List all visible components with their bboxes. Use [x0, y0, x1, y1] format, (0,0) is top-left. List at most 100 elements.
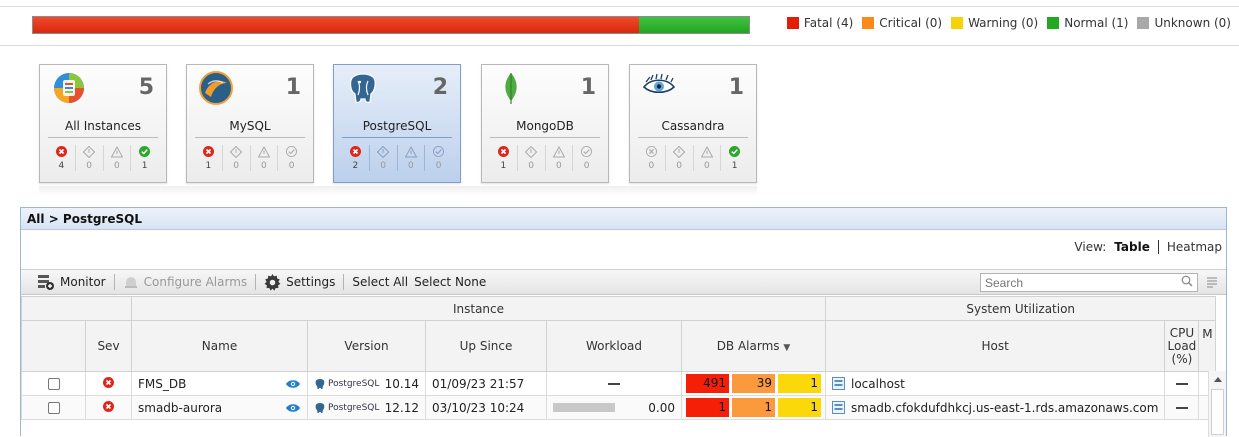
vertical-scrollbar[interactable]: [1208, 371, 1226, 437]
col-up-since[interactable]: Up Since: [425, 320, 547, 372]
fatal-count[interactable]: 1: [490, 145, 517, 171]
warning-count[interactable]: 0: [544, 145, 573, 171]
eye-icon[interactable]: [285, 403, 301, 413]
col-version[interactable]: Version: [307, 320, 426, 372]
eye-icon[interactable]: [285, 379, 301, 389]
db-alarms-cell[interactable]: 111: [681, 395, 826, 420]
critical-count[interactable]: 0: [221, 145, 250, 171]
row-checkbox[interactable]: [47, 378, 60, 390]
warning-alarm-count[interactable]: 1: [778, 374, 821, 393]
name-cell[interactable]: smadb-aurora: [131, 395, 308, 420]
fatal-icon: [103, 400, 114, 412]
card-label: MongoDB: [490, 119, 600, 138]
normal-count[interactable]: 1: [720, 145, 748, 171]
fatal-count[interactable]: 4: [48, 145, 75, 171]
col-host[interactable]: Host: [824, 320, 1166, 372]
name-cell[interactable]: FMS_DB: [131, 371, 308, 396]
warning-alarm-count[interactable]: 1: [778, 398, 821, 417]
breadcrumb: All > PostgreSQL: [21, 208, 1226, 230]
postgresql-icon: [349, 73, 376, 103]
normal-count[interactable]: 0: [277, 145, 305, 171]
select-all-button[interactable]: Select All: [346, 275, 414, 289]
postgresql-icon: [315, 378, 325, 389]
critical-alarm-count[interactable]: 1: [732, 398, 775, 417]
instance-count: 5: [138, 75, 154, 100]
table-row[interactable]: smadb-aurora PostgreSQL 12.12 03/10/23 10…: [21, 395, 1217, 420]
card-mongodb[interactable]: 1 MongoDB 1 0 0 0: [481, 64, 609, 183]
col-workload[interactable]: Workload: [546, 320, 682, 372]
scroll-up-arrow-icon[interactable]: [1214, 377, 1222, 382]
cpu-load-cell: [1164, 395, 1200, 420]
critical-count[interactable]: 0: [74, 145, 103, 171]
normal-count[interactable]: 1: [130, 145, 158, 171]
critical-alarm-count[interactable]: 39: [732, 374, 775, 393]
db-alarms-cell[interactable]: 491 39 1: [681, 371, 826, 396]
monitor-add-icon: [38, 275, 54, 290]
fatal-count[interactable]: 2: [342, 145, 369, 171]
postgresql-logo: PostgreSQL: [314, 402, 379, 414]
table-row[interactable]: FMS_DB PostgreSQL 10.14 01/09/23 21:57 49…: [21, 371, 1217, 396]
fatal-icon: [103, 376, 114, 388]
search-icon[interactable]: [1181, 275, 1193, 287]
critical-count[interactable]: 0: [516, 145, 545, 171]
card-mysql[interactable]: 1 MySQL 1 0 0 0: [186, 64, 314, 183]
card-all-instances[interactable]: 5 All Instances 4 0 0 1: [39, 64, 167, 183]
card-postgresql[interactable]: 2 PostgreSQL 2 0 0 0: [333, 64, 461, 183]
column-chooser-icon[interactable]: [1206, 276, 1218, 288]
col-memory[interactable]: M: [1198, 320, 1217, 372]
row-checkbox[interactable]: [47, 402, 60, 414]
warning-count[interactable]: 0: [102, 145, 131, 171]
warning-count[interactable]: 0: [692, 145, 721, 171]
instance-name[interactable]: smadb-aurora: [138, 401, 222, 415]
fatal-count[interactable]: 0: [638, 145, 665, 171]
warning-count[interactable]: 0: [249, 145, 278, 171]
configure-alarms-button[interactable]: Configure Alarms: [117, 274, 254, 290]
view-separator: [1157, 240, 1159, 254]
postgresql-logo: PostgreSQL: [314, 378, 379, 390]
postgresql-icon: [315, 402, 325, 413]
col-cpu-load[interactable]: CPU Load (%): [1164, 320, 1200, 372]
search-input[interactable]: [980, 273, 1198, 292]
critical-icon: [673, 145, 686, 158]
version-cell: PostgreSQL 12.12: [307, 395, 426, 420]
col-name[interactable]: Name: [131, 320, 308, 372]
severity-counts: 1 0 0 0: [490, 145, 600, 171]
critical-icon: [230, 145, 243, 158]
settings-button[interactable]: Settings: [258, 273, 341, 291]
normal-count[interactable]: 0: [424, 145, 452, 171]
cpu-load-cell: [1164, 371, 1200, 396]
card-cassandra[interactable]: 1 Cassandra 0 0 0 1: [629, 64, 757, 183]
fatal-count[interactable]: 1: [195, 145, 222, 171]
top-divider-bottom: [0, 45, 1239, 46]
fatal-icon: [497, 146, 509, 157]
view-table-link[interactable]: Table: [1114, 240, 1150, 254]
fatal-alarm-count[interactable]: 491: [686, 374, 729, 393]
col-sev[interactable]: Sev: [85, 320, 132, 372]
critical-count[interactable]: 0: [664, 145, 693, 171]
instance-count: 1: [580, 75, 596, 100]
col-db-alarms[interactable]: DB Alarms ▼: [681, 320, 826, 372]
view-label: View:: [1074, 240, 1107, 254]
configure-alarms-icon: [124, 277, 137, 288]
scroll-thumb[interactable]: [1211, 389, 1224, 435]
monitor-button[interactable]: Monitor: [31, 274, 112, 290]
host-cell[interactable]: smadb.cfokdufdhkcj.us-east-1.rds.amazona…: [824, 395, 1166, 420]
host-name[interactable]: smadb.cfokdufdhkcj.us-east-1.rds.amazona…: [851, 401, 1158, 415]
normal-count[interactable]: 0: [572, 145, 600, 171]
instances-table: Instance System Utilization Sev Name Ver…: [21, 296, 1217, 420]
host-cell[interactable]: localhost: [824, 371, 1166, 396]
host-icon: [832, 401, 845, 414]
view-heatmap-link[interactable]: Heatmap: [1167, 240, 1222, 254]
select-none-button[interactable]: Select None: [414, 275, 492, 289]
warning-count[interactable]: 0: [396, 145, 425, 171]
critical-count[interactable]: 0: [368, 145, 397, 171]
host-icon: [832, 377, 845, 390]
up-since-cell: 03/10/23 10:24: [425, 395, 547, 420]
normal-icon: [581, 146, 593, 157]
host-name[interactable]: localhost: [851, 377, 905, 391]
row-select-cell: [21, 395, 86, 420]
up-since-cell: 01/09/23 21:57: [425, 371, 547, 396]
critical-icon: [525, 145, 538, 158]
fatal-alarm-count[interactable]: 1: [686, 398, 729, 417]
instance-name[interactable]: FMS_DB: [138, 377, 186, 391]
